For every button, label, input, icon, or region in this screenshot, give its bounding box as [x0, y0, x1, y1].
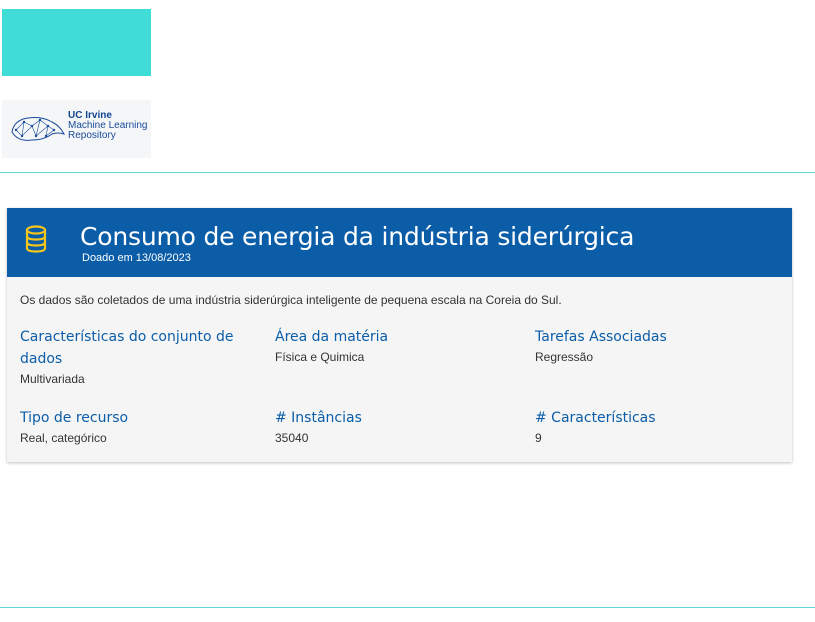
field-label: Tarefas Associadas	[535, 329, 667, 345]
donation-date: Doado em 13/08/2023	[82, 252, 191, 264]
uci-logo[interactable]: UC Irvine Machine Learning Repository	[2, 100, 151, 158]
dataset-header: Consumo de energia da indústria siderúrg…	[7, 208, 792, 277]
field-label: Tipo de recurso	[20, 410, 129, 426]
field-label: Área da matéria	[275, 329, 389, 345]
field-label: # Instâncias	[275, 410, 362, 426]
field-features: # Características 9	[535, 407, 656, 447]
logo-line-3: Repository	[68, 130, 116, 141]
field-value: Regressão	[535, 350, 594, 364]
dataset-description: Os dados são coletados de uma indústria …	[20, 293, 562, 307]
teal-banner-block	[2, 9, 151, 76]
field-subject-area: Área da matéria Física e Quimica	[275, 326, 388, 366]
anteater-network-icon	[11, 117, 65, 141]
bottom-divider	[0, 607, 815, 608]
field-label: # Características	[535, 410, 656, 426]
field-associated-tasks: Tarefas Associadas Regressão	[535, 326, 667, 366]
dataset-title: Consumo de energia da indústria siderúrg…	[80, 222, 635, 251]
field-value: Multivariada	[20, 372, 85, 386]
field-value: Real, categórico	[20, 431, 107, 445]
field-value: 35040	[275, 431, 309, 445]
field-value: Física e Quimica	[275, 350, 365, 364]
field-dataset-characteristics: Características do conjunto de dados Mult…	[20, 326, 250, 388]
field-value: 9	[535, 431, 542, 445]
dataset-card: Consumo de energia da indústria siderúrg…	[7, 208, 792, 462]
field-label: Características do conjunto de dados	[20, 329, 234, 367]
top-divider	[0, 172, 815, 173]
field-feature-type: Tipo de recurso Real, categórico	[20, 407, 128, 447]
database-icon	[25, 225, 47, 253]
field-instances: # Instâncias 35040	[275, 407, 362, 447]
